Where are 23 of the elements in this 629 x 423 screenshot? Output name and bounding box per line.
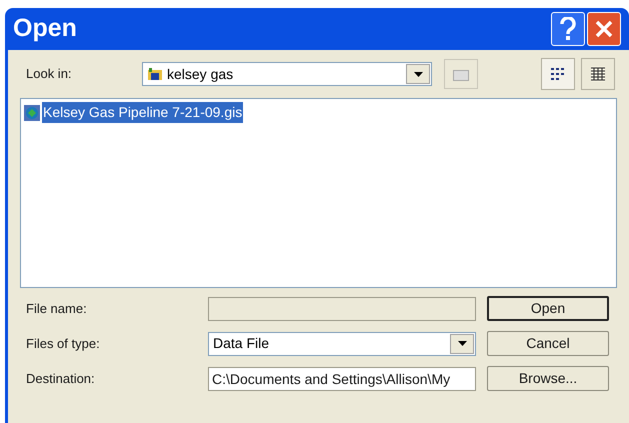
field-label: Destination:: [25, 370, 96, 388]
field-label: Files of type:: [25, 334, 101, 353]
details-view-button[interactable]: [581, 58, 615, 90]
globe-icon: [24, 104, 40, 120]
close-button[interactable]: [587, 12, 621, 46]
caret-icon: [414, 72, 422, 76]
list-icon: [550, 67, 566, 81]
look-in-dropdown[interactable]: kelsey gas: [142, 62, 432, 86]
help-button[interactable]: [551, 12, 585, 46]
details-icon: [590, 67, 606, 81]
close-icon: [594, 19, 614, 39]
dropdown-button[interactable]: [406, 64, 430, 84]
file-type-dropdown[interactable]: Data File: [208, 332, 476, 356]
dialog-button[interactable]: Cancel: [487, 331, 609, 356]
caret-icon: [458, 341, 466, 346]
list-view-button[interactable]: [541, 58, 575, 90]
dropdown-button[interactable]: [450, 334, 474, 354]
input-field[interactable]: C:\Documents and Settings\Allison\My: [208, 366, 476, 390]
help-icon: [560, 17, 576, 41]
look-in-label: Look in:: [25, 65, 73, 84]
window-title: Open: [13, 13, 78, 44]
dialog-button[interactable]: Browse...: [487, 366, 609, 391]
field-label: File name:: [25, 300, 88, 318]
